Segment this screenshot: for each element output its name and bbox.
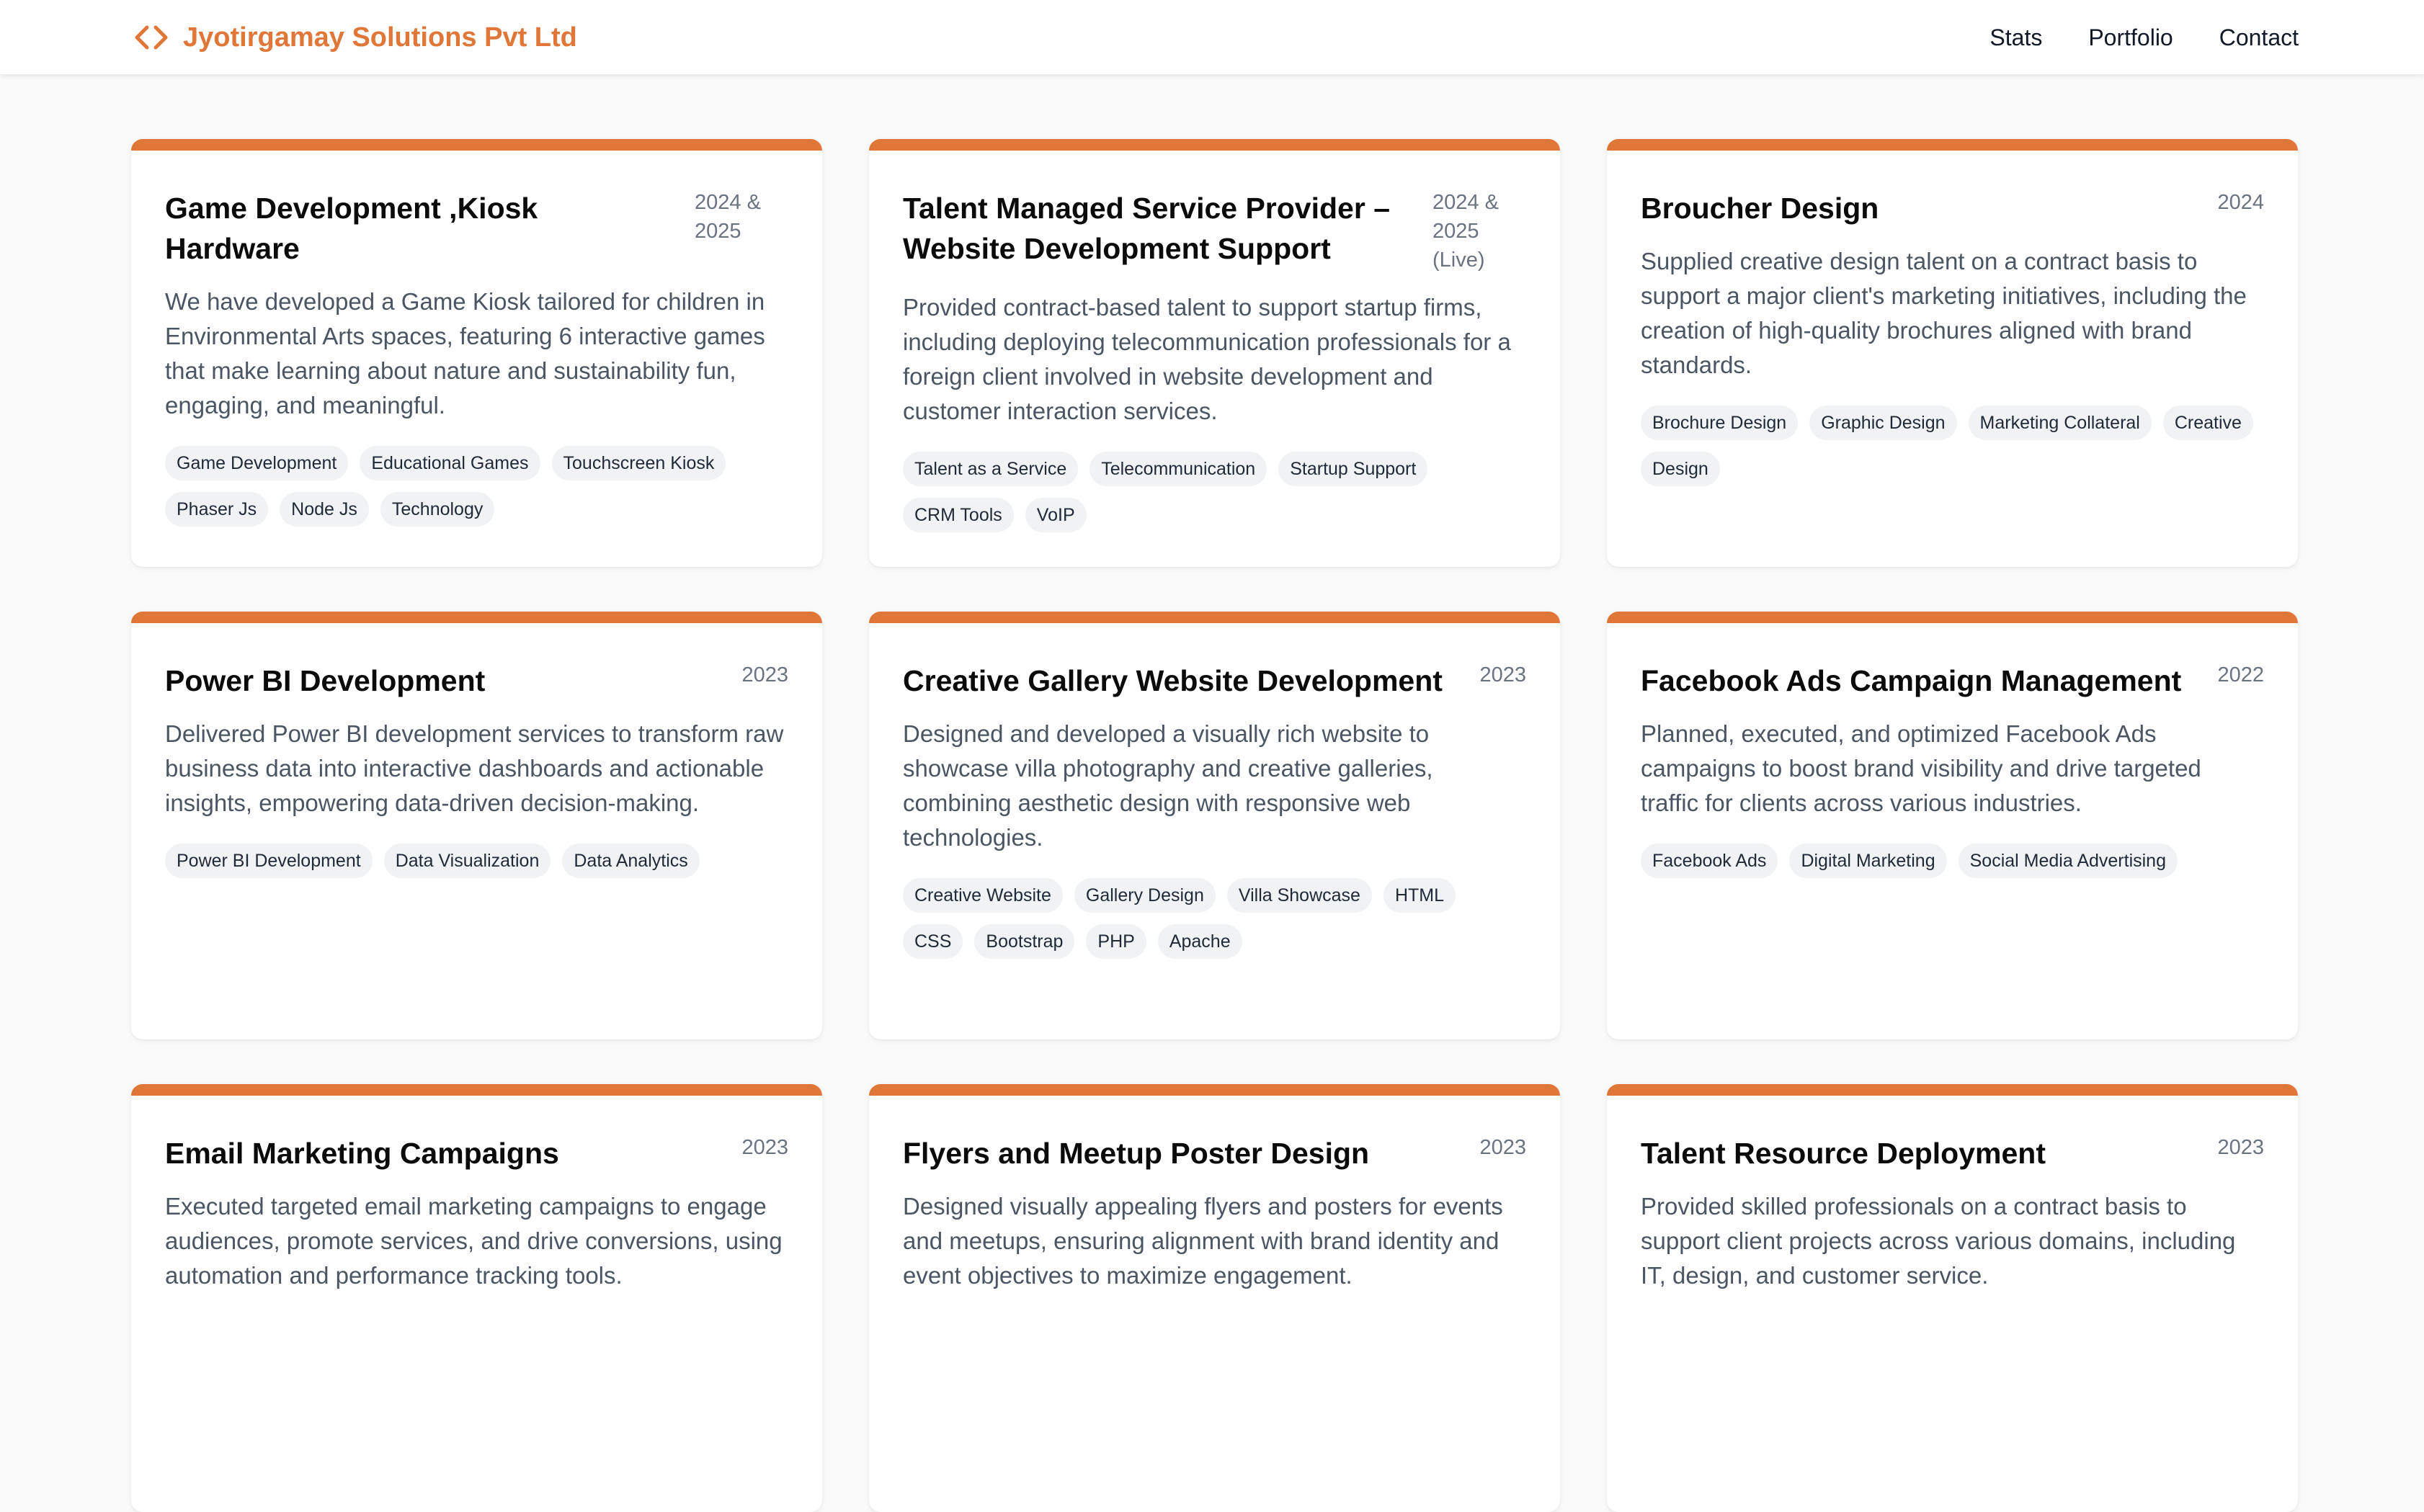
tag: Digital Marketing bbox=[1789, 844, 1947, 878]
project-card: Power BI Development 2023 Delivered Powe… bbox=[131, 612, 822, 1039]
project-year: 2023 bbox=[1479, 1136, 1526, 1159]
project-title: Power BI Development bbox=[165, 664, 486, 697]
project-description: Designed and developed a visually rich w… bbox=[903, 720, 1433, 851]
card-header: Facebook Ads Campaign Management 2022 bbox=[1641, 661, 2264, 701]
card-header: Talent Resource Deployment 2023 bbox=[1641, 1133, 2264, 1173]
tag: Startup Support bbox=[1278, 452, 1428, 486]
project-year: 2023 bbox=[1479, 663, 1526, 686]
project-card: Facebook Ads Campaign Management 2022 Pl… bbox=[1607, 612, 2298, 1039]
tag: Phaser Js bbox=[165, 492, 269, 527]
tag: Social Media Advertising bbox=[1958, 844, 2178, 878]
tag: Talent as a Service bbox=[903, 452, 1079, 486]
tag: Telecommunication bbox=[1090, 452, 1267, 486]
project-card: Talent Managed Service Provider – Websit… bbox=[869, 139, 1560, 567]
site-header: Jyotirgamay Solutions Pvt Ltd Stats Port… bbox=[0, 0, 2424, 75]
tag: PHP bbox=[1086, 924, 1146, 959]
card-header: Flyers and Meetup Poster Design 2023 bbox=[903, 1133, 1526, 1173]
project-title: Broucher Design bbox=[1641, 192, 1879, 225]
main-nav: Stats Portfolio Contact bbox=[1989, 19, 2299, 56]
project-title: Game Development ,Kiosk Hardware bbox=[165, 192, 538, 265]
tag: Design bbox=[1641, 452, 1720, 486]
project-title: Flyers and Meetup Poster Design bbox=[903, 1137, 1370, 1170]
project-card: Game Development ,Kiosk Hardware 2024 & … bbox=[131, 139, 822, 567]
tag: HTML bbox=[1383, 878, 1456, 913]
card-header: Email Marketing Campaigns 2023 bbox=[165, 1133, 788, 1173]
tag: Bootstrap bbox=[974, 924, 1075, 959]
nav-link-stats[interactable]: Stats bbox=[1989, 24, 2042, 51]
project-card: Creative Gallery Website Development 202… bbox=[869, 612, 1560, 1039]
project-card: Email Marketing Campaigns 2023 Executed … bbox=[131, 1084, 822, 1512]
project-card: Talent Resource Deployment 2023 Provided… bbox=[1607, 1084, 2298, 1512]
tag-list: Power BI Development Data Visualization … bbox=[165, 844, 788, 878]
tag: Node Js bbox=[280, 492, 369, 527]
tag: Graphic Design bbox=[1809, 406, 1957, 440]
project-year: 2023 bbox=[741, 663, 788, 686]
brand-logo-link[interactable]: Jyotirgamay Solutions Pvt Ltd bbox=[131, 19, 577, 56]
tag-list: Game Development Educational Games Touch… bbox=[165, 446, 788, 527]
project-year: 2024 bbox=[2217, 191, 2264, 214]
tag-list: Creative Website Gallery Design Villa Sh… bbox=[903, 878, 1526, 959]
portfolio-grid: Game Development ,Kiosk Hardware 2024 & … bbox=[131, 139, 2299, 1512]
project-year: 2022 bbox=[2217, 663, 2264, 686]
tag-list: Brochure Design Graphic Design Marketing… bbox=[1641, 406, 2264, 486]
card-header: Talent Managed Service Provider – Websit… bbox=[903, 188, 1526, 274]
tag-list: Facebook Ads Digital Marketing Social Me… bbox=[1641, 844, 2264, 878]
project-title: Talent Managed Service Provider – Websit… bbox=[903, 192, 1390, 265]
project-card: Broucher Design 2024 Supplied creative d… bbox=[1607, 139, 2298, 567]
tag: Brochure Design bbox=[1641, 406, 1799, 440]
tag: Touchscreen Kiosk bbox=[551, 446, 726, 480]
tag: VoIP bbox=[1025, 498, 1087, 532]
project-year: 2024 & 2025 bbox=[695, 191, 761, 243]
project-year: 2023 bbox=[2217, 1136, 2264, 1159]
code-brackets-icon bbox=[135, 25, 168, 50]
card-header: Power BI Development 2023 bbox=[165, 661, 788, 701]
tag: Power BI Development bbox=[165, 844, 373, 878]
tag: Technology bbox=[380, 492, 495, 527]
card-header: Broucher Design 2024 bbox=[1641, 188, 2264, 228]
project-year: 2024 & 2025 (Live) bbox=[1432, 191, 1499, 272]
tag: Apache bbox=[1157, 924, 1242, 959]
card-header: Creative Gallery Website Development 202… bbox=[903, 661, 1526, 701]
tag: Data Visualization bbox=[383, 844, 551, 878]
project-description: Designed visually appealing flyers and p… bbox=[903, 1193, 1503, 1289]
project-year: 2023 bbox=[741, 1136, 788, 1159]
tag: CRM Tools bbox=[903, 498, 1014, 532]
tag: Facebook Ads bbox=[1641, 844, 1778, 878]
project-description: Executed targeted email marketing campai… bbox=[165, 1193, 783, 1289]
project-title: Talent Resource Deployment bbox=[1641, 1137, 2046, 1170]
tag-list: Talent as a Service Telecommunication St… bbox=[903, 452, 1526, 532]
project-description: Provided contract-based talent to suppor… bbox=[903, 294, 1511, 424]
project-description: We have developed a Game Kiosk tailored … bbox=[165, 288, 765, 419]
project-title: Facebook Ads Campaign Management bbox=[1641, 664, 2182, 697]
tag: Villa Showcase bbox=[1226, 878, 1372, 913]
nav-link-portfolio[interactable]: Portfolio bbox=[2088, 24, 2173, 51]
project-description: Planned, executed, and optimized Faceboo… bbox=[1641, 720, 2201, 816]
tag: Game Development bbox=[165, 446, 349, 480]
card-header: Game Development ,Kiosk Hardware 2024 & … bbox=[165, 188, 788, 269]
tag: CSS bbox=[903, 924, 963, 959]
tag: Gallery Design bbox=[1074, 878, 1216, 913]
project-description: Provided skilled professionals on a cont… bbox=[1641, 1193, 2236, 1289]
project-title: Email Marketing Campaigns bbox=[165, 1137, 559, 1170]
tag: Educational Games bbox=[360, 446, 540, 480]
tag: Creative Website bbox=[903, 878, 1063, 913]
tag: Marketing Collateral bbox=[1968, 406, 2152, 440]
tag: Creative bbox=[2162, 406, 2253, 440]
nav-link-contact[interactable]: Contact bbox=[2219, 24, 2299, 51]
project-title: Creative Gallery Website Development bbox=[903, 664, 1443, 697]
project-card: Flyers and Meetup Poster Design 2023 Des… bbox=[869, 1084, 1560, 1512]
brand-name: Jyotirgamay Solutions Pvt Ltd bbox=[183, 22, 577, 53]
project-description: Supplied creative design talent on a con… bbox=[1641, 248, 2247, 378]
project-description: Delivered Power BI development services … bbox=[165, 720, 784, 816]
tag: Data Analytics bbox=[562, 844, 700, 878]
